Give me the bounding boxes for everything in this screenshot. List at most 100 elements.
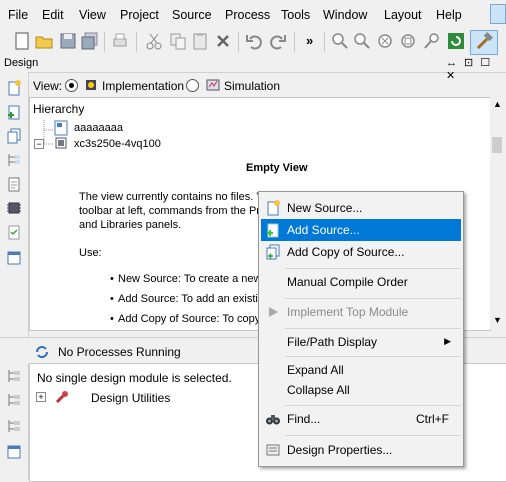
new-source-icon: [267, 200, 280, 216]
menu-tools[interactable]: Tools: [281, 8, 310, 22]
menu-view[interactable]: View: [79, 8, 106, 22]
hierarchy-title: Hierarchy: [33, 102, 85, 116]
save-icon[interactable]: [58, 31, 78, 51]
empty-view-text: toolbar at left, commands from the Pr: [79, 205, 260, 217]
redo-icon[interactable]: [268, 31, 288, 51]
collapse-toggle[interactable]: −: [34, 139, 44, 149]
menu-item-design-properties[interactable]: Design Properties...: [261, 439, 461, 461]
add-copy-icon: [266, 244, 280, 260]
menu-item-expand-all[interactable]: Expand All: [261, 359, 461, 381]
process-tree-icon[interactable]: [6, 418, 22, 434]
design-panel-titlebar: Design ↔ ⊡ ☐ ✕: [0, 56, 506, 82]
menu-item-new-source[interactable]: New Source...: [261, 197, 461, 219]
menu-item-add-copy-of-source[interactable]: Add Copy of Source...: [261, 241, 461, 263]
open-folder-icon[interactable]: [34, 31, 54, 51]
device-chip-icon: [55, 137, 67, 149]
menu-source[interactable]: Source: [172, 8, 212, 22]
menu-window[interactable]: Window: [323, 8, 367, 22]
bullet-dot: •: [110, 273, 114, 285]
print-icon[interactable]: [110, 31, 130, 51]
toolbar-overflow-button[interactable]: »: [306, 33, 313, 48]
menu-process[interactable]: Process: [225, 8, 270, 22]
scroll-up-arrow[interactable]: ▲: [493, 99, 502, 109]
menu-item-implement-top-module: Implement Top Module: [261, 301, 461, 323]
menu-file[interactable]: File: [8, 8, 28, 22]
pin-toolbar-button[interactable]: [490, 4, 506, 24]
implementation-radio[interactable]: [65, 79, 78, 92]
scroll-thumb[interactable]: [492, 137, 502, 153]
menu-item-find[interactable]: Find... Ctrl+F: [261, 408, 461, 430]
submenu-arrow-icon: ▶: [444, 336, 451, 346]
menu-item-manual-compile-order[interactable]: Manual Compile Order: [261, 271, 461, 293]
checklist-icon[interactable]: [6, 224, 22, 240]
new-file-icon[interactable]: [12, 31, 32, 51]
bullet-dot: •: [110, 293, 114, 305]
menu-help[interactable]: Help: [436, 8, 462, 22]
menu-separator: [285, 435, 461, 436]
layout-window-icon[interactable]: [6, 444, 22, 460]
menu-layout[interactable]: Layout: [384, 8, 422, 22]
undo-icon[interactable]: [244, 31, 264, 51]
process-status: No Processes Running: [58, 345, 181, 359]
expand-toggle[interactable]: +: [36, 392, 46, 402]
toolbar-separator: [104, 32, 105, 52]
refresh-icon[interactable]: [34, 344, 50, 360]
empty-view-use: Use:: [79, 247, 102, 259]
add-source-icon[interactable]: [6, 104, 22, 120]
copy-icon[interactable]: [168, 31, 188, 51]
menu-edit[interactable]: Edit: [42, 8, 64, 22]
empty-view-text: and Libraries panels.: [79, 219, 182, 231]
find-shortcut: Ctrl+F: [416, 412, 449, 426]
search-icon[interactable]: [422, 31, 442, 51]
simulation-label[interactable]: Simulation: [224, 79, 280, 93]
process-tree-icon[interactable]: [6, 368, 22, 384]
zoom-full-icon[interactable]: [375, 31, 395, 51]
scroll-down-arrow[interactable]: ▼: [493, 315, 502, 325]
hierarchy-scrollbar[interactable]: ▲ ▼: [490, 97, 505, 329]
document-icon[interactable]: [6, 176, 22, 192]
cut-icon[interactable]: [144, 31, 164, 51]
toolbar-separator: [238, 32, 239, 52]
menu-item-file-path-display[interactable]: File/Path Display ▶: [261, 331, 461, 353]
zoom-fit-icon[interactable]: [398, 31, 418, 51]
empty-view-title: Empty View: [246, 162, 308, 174]
simulation-radio[interactable]: [186, 79, 199, 92]
zoom-in-icon[interactable]: [330, 31, 350, 51]
hierarchy-tree-icon[interactable]: [6, 152, 22, 168]
menu-separator: [285, 298, 461, 299]
menu-item-collapse-all[interactable]: Collapse All: [261, 379, 461, 401]
design-panel-title: Design: [4, 57, 39, 69]
play-icon: [269, 307, 278, 317]
menu-separator: [285, 405, 461, 406]
zoom-out-icon[interactable]: [352, 31, 372, 51]
empty-view-text: The view currently contains no files. Y: [79, 191, 264, 203]
save-all-icon[interactable]: [80, 31, 100, 51]
chip-icon[interactable]: [6, 200, 22, 216]
menu-separator: [285, 268, 461, 269]
new-source-icon[interactable]: [6, 80, 22, 96]
implementation-icon: [86, 80, 96, 90]
menu-separator: [285, 356, 461, 357]
process-tree-icon[interactable]: [6, 392, 22, 408]
menu-project[interactable]: Project: [120, 8, 159, 22]
view-selector: View: Implementation Simulation: [29, 73, 506, 97]
add-copy-icon[interactable]: [6, 128, 22, 144]
implementation-label[interactable]: Implementation: [102, 79, 184, 93]
layout-window-icon[interactable]: [6, 250, 22, 266]
binoculars-icon: [266, 415, 280, 425]
bullet-dot: •: [110, 313, 114, 325]
toolbar-separator: [324, 32, 325, 52]
design-tool-strip: [0, 72, 29, 480]
tree-node-project[interactable]: aaaaaaaa: [74, 122, 123, 134]
toolbar: »: [0, 28, 506, 57]
simulation-icon: [206, 79, 220, 91]
hammer-tool-button[interactable]: [470, 30, 498, 55]
tree-item-design-utilities[interactable]: Design Utilities: [91, 391, 170, 405]
tree-node-device[interactable]: xc3s250e-4vq100: [74, 138, 161, 150]
delete-icon[interactable]: [213, 31, 233, 51]
design-utilities-icon: [55, 391, 68, 404]
paste-icon[interactable]: [190, 31, 210, 51]
refresh-icon[interactable]: [446, 31, 466, 51]
hammer-icon: [476, 32, 493, 50]
menu-item-add-source[interactable]: Add Source...: [261, 219, 461, 241]
